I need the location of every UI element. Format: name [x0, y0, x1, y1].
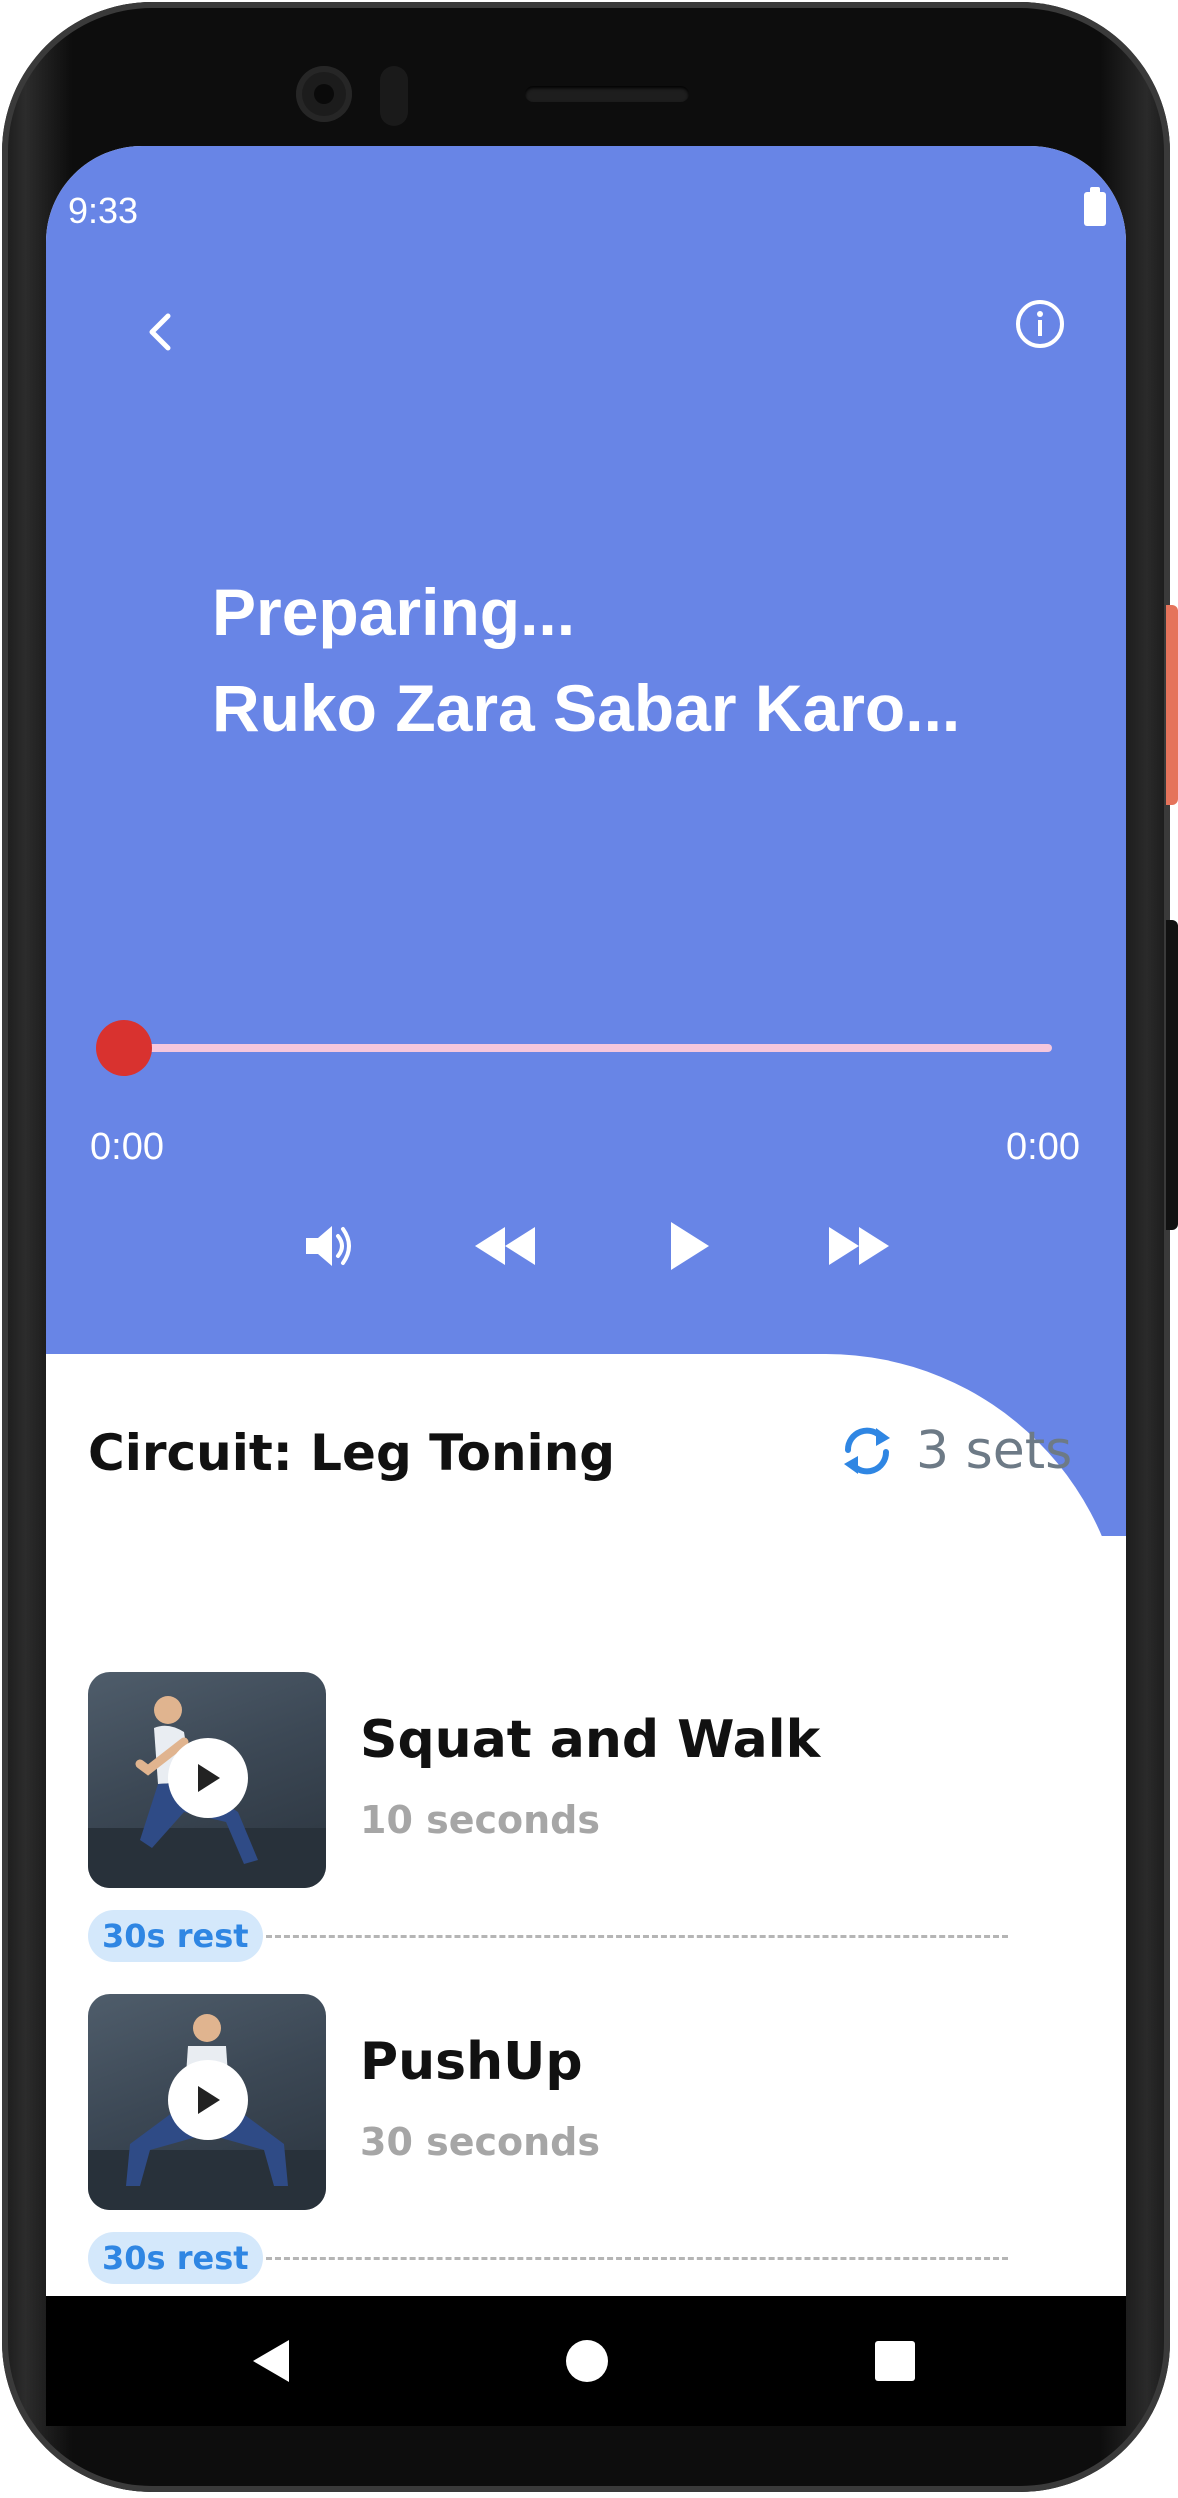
volume-icon [306, 1226, 351, 1266]
rest-divider: 30s rest [88, 1910, 1008, 1962]
proximity-sensor [380, 66, 408, 126]
exercise-thumbnail[interactable] [88, 1672, 326, 1888]
rewind-button[interactable] [460, 1206, 550, 1286]
back-triangle-icon [253, 2340, 289, 2382]
play-video-button[interactable] [168, 2060, 248, 2140]
sets-indicator: 3 sets [836, 1420, 1072, 1482]
earpiece-speaker [525, 86, 689, 102]
player-header [46, 146, 1126, 1536]
exercise-name: PushUp [360, 2032, 583, 2092]
play-icon [671, 1222, 709, 1270]
play-icon [198, 1764, 220, 1792]
rewind-icon [475, 1227, 535, 1265]
rest-badge: 30s rest [88, 1910, 263, 1962]
dashed-divider [266, 2257, 1008, 2260]
volume-button[interactable] [288, 1206, 368, 1286]
exercise-thumbnail[interactable] [88, 1994, 326, 2210]
seek-bar-thumb[interactable] [96, 1020, 152, 1076]
exercise-item[interactable]: PushUp 30 seconds [88, 1994, 1068, 2210]
nav-home-button[interactable] [542, 2316, 632, 2406]
seek-bar-track[interactable] [122, 1044, 1052, 1052]
exercise-name: Squat and Walk [360, 1710, 821, 1770]
exercise-duration: 10 seconds [360, 1798, 601, 1842]
circuit-title: Circuit: Leg Toning [88, 1424, 616, 1482]
exercise-item[interactable]: Squat and Walk 10 seconds [88, 1672, 1068, 1888]
fast-forward-button[interactable] [814, 1206, 904, 1286]
refresh-icon [844, 1427, 890, 1475]
play-icon [198, 2086, 220, 2114]
volume-button [1166, 920, 1178, 1230]
screen: 9:33 Preparing... Ruko Zara Sabar Karo..… [46, 146, 1126, 2296]
chevron-left-icon [149, 313, 171, 351]
info-button[interactable] [1012, 296, 1068, 352]
elapsed-time: 0:00 [90, 1126, 164, 1168]
battery-icon [1084, 187, 1106, 226]
back-button[interactable] [126, 296, 196, 366]
nav-recents-button[interactable] [850, 2316, 940, 2406]
fast-forward-icon [829, 1227, 889, 1265]
home-circle-icon [566, 2340, 608, 2382]
dashed-divider [266, 1935, 1008, 1938]
power-button [1166, 605, 1178, 805]
play-video-button[interactable] [168, 1738, 248, 1818]
rest-badge: 30s rest [88, 2232, 263, 2284]
status-line-preparing: Preparing... [212, 575, 576, 649]
sets-count: 3 sets [916, 1421, 1073, 1481]
nav-back-button[interactable] [226, 2316, 316, 2406]
front-camera [296, 66, 352, 122]
total-time: 0:00 [1006, 1126, 1080, 1168]
info-circle-icon [1016, 300, 1064, 348]
exercise-duration: 30 seconds [360, 2120, 601, 2164]
system-nav-bar [46, 2296, 1126, 2426]
status-time: 9:33 [68, 190, 139, 231]
rest-divider: 30s rest [88, 2232, 1008, 2284]
status-line-message: Ruko Zara Sabar Karo... [212, 671, 961, 745]
play-button[interactable] [648, 1206, 728, 1286]
recents-square-icon [875, 2341, 915, 2381]
